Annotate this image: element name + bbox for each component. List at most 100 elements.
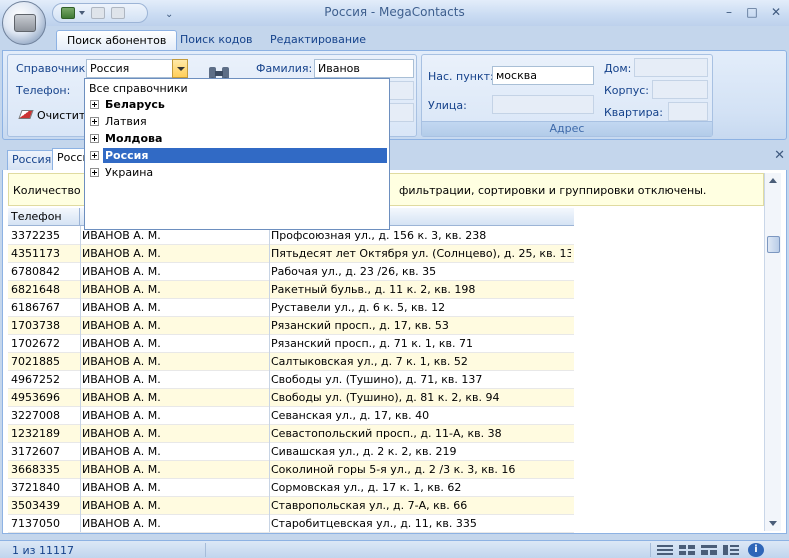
- window-title: Россия - MegaContacts: [324, 5, 465, 19]
- table-row[interactable]: 1702672 ИВАНОВ А. М. Рязанский просп., д. …: [8, 335, 574, 353]
- table-row[interactable]: 4351173 ИВАНОВ А. М. Пятьдесят лет Октября…: [8, 245, 574, 263]
- city-value: москва: [496, 69, 537, 82]
- tab-subscriber-search[interactable]: Поиск абонентов: [56, 30, 178, 50]
- street-input[interactable]: [492, 95, 594, 114]
- minimize-button[interactable]: –: [718, 3, 740, 21]
- expand-icon[interactable]: [90, 134, 99, 143]
- table-row[interactable]: 7021885 ИВАНОВ А. М. Салтыковская ул., д. …: [8, 353, 574, 371]
- building-input[interactable]: [652, 80, 708, 99]
- scroll-thumb[interactable]: [767, 236, 780, 253]
- table-row[interactable]: 3227008 ИВАНОВ А. М. Севанская ул., д. 17,…: [8, 407, 574, 425]
- cell-address: Рязанский просп., д. 71 к. 1, кв. 71: [271, 337, 473, 350]
- chevron-down-icon[interactable]: [172, 59, 188, 78]
- directory-combo[interactable]: Россия: [86, 59, 188, 78]
- cell-phone: 1232189: [11, 427, 60, 440]
- cell-address: Сивашская ул., д. 2 к. 2, кв. 219: [271, 445, 457, 458]
- cell-name: ИВАНОВ А. М.: [82, 247, 161, 260]
- table-row[interactable]: 6186767 ИВАНОВ А. М. Руставели ул., д. 6 к…: [8, 299, 574, 317]
- tab-code-search[interactable]: Поиск кодов: [170, 30, 263, 50]
- cell-phone: 3668335: [11, 463, 60, 476]
- cell-address: Пятьдесят лет Октября ул. (Солнцево), д.…: [271, 247, 571, 260]
- dropdown-item-label: Молдова: [105, 132, 163, 145]
- info-text-right: фильтрации, сортировки и группировки отк…: [399, 184, 707, 197]
- table-row[interactable]: 6821648 ИВАНОВ А. М. Ракетный бульв., д. 1…: [8, 281, 574, 299]
- cell-address: Севастопольский просп., д. 11-А, кв. 38: [271, 427, 502, 440]
- expand-icon[interactable]: [90, 151, 99, 160]
- cell-address: Свободы ул. (Тушино), д. 81 к. 2, кв. 94: [271, 391, 500, 404]
- cell-phone: 7021885: [11, 355, 60, 368]
- view-table-icon[interactable]: [678, 544, 696, 556]
- cell-phone: 1702672: [11, 337, 60, 350]
- cell-name: ИВАНОВ А. М.: [82, 517, 161, 530]
- table-row[interactable]: 1703738 ИВАНОВ А. М. Рязанский просп., д. …: [8, 317, 574, 335]
- maximize-button[interactable]: □: [741, 3, 763, 21]
- table-row[interactable]: 3721840 ИВАНОВ А. М. Сормовская ул., д. 17…: [8, 479, 574, 497]
- expand-icon[interactable]: [90, 168, 99, 177]
- doc-tab-russia-1[interactable]: Россия: [7, 150, 57, 170]
- view-list-icon[interactable]: [656, 544, 674, 556]
- house-input[interactable]: [634, 58, 708, 77]
- cell-phone: 3721840: [11, 481, 60, 494]
- column-header-phone[interactable]: Телефон: [11, 210, 62, 223]
- address-group-caption: Адрес: [422, 121, 712, 136]
- cell-address: Севанская ул., д. 17, кв. 40: [271, 409, 430, 422]
- table-row[interactable]: 1232189 ИВАНОВ А. М. Севастопольский просп…: [8, 425, 574, 443]
- table-row[interactable]: 3172607 ИВАНОВ А. М. Сивашская ул., д. 2 к…: [8, 443, 574, 461]
- ribbon-tabs: Поиск абонентов Поиск кодов Редактирован…: [0, 30, 789, 50]
- cell-address: Рабочая ул., д. 23 /26, кв. 35: [271, 265, 437, 278]
- column-line: [269, 226, 270, 532]
- table-row[interactable]: 3503439 ИВАНОВ А. М. Ставропольская ул., д…: [8, 497, 574, 515]
- cell-address: Сормовская ул., д. 17 к. 1, кв. 62: [271, 481, 462, 494]
- cell-name: ИВАНОВ А. М.: [82, 265, 161, 278]
- cell-name: ИВАНОВ А. М.: [82, 391, 161, 404]
- vertical-scrollbar[interactable]: [764, 173, 781, 531]
- tab-editing[interactable]: Редактирование: [260, 30, 376, 50]
- house-label: Дом:: [604, 62, 632, 75]
- app-menu-button[interactable]: [2, 1, 46, 45]
- column-line: [80, 226, 81, 532]
- table-row[interactable]: 7137050 ИВАНОВ А. М. Старобитцевская ул., …: [8, 515, 574, 533]
- cell-phone: 6780842: [11, 265, 60, 278]
- table-row[interactable]: 4967252 ИВАНОВ А. М. Свободы ул. (Тушино),…: [8, 371, 574, 389]
- directory-value: Россия: [90, 62, 130, 75]
- cell-phone: 4351173: [11, 247, 60, 260]
- table-row[interactable]: 3668335 ИВАНОВ А. М. Соколиной горы 5-я ул…: [8, 461, 574, 479]
- cell-name: ИВАНОВ А. М.: [82, 301, 161, 314]
- cell-address: Руставели ул., д. 6 к. 5, кв. 12: [271, 301, 446, 314]
- status-bar: 1 из 11117 i: [0, 540, 789, 558]
- cell-phone: 3503439: [11, 499, 60, 512]
- cell-name: ИВАНОВ А. М.: [82, 427, 161, 440]
- table-row[interactable]: 4953696 ИВАНОВ А. М. Свободы ул. (Тушино),…: [8, 389, 574, 407]
- view-details-icon[interactable]: [722, 544, 740, 556]
- cell-name: ИВАНОВ А. М.: [82, 499, 161, 512]
- cell-name: ИВАНОВ А. М.: [82, 481, 161, 494]
- expand-icon[interactable]: [90, 117, 99, 126]
- cell-name: ИВАНОВ А. М.: [82, 319, 161, 332]
- phone-label: Телефон:: [16, 84, 71, 97]
- city-label: Нас. пункт:: [428, 70, 494, 83]
- table-row[interactable]: 6780842 ИВАНОВ А. М. Рабочая ул., д. 23 /2…: [8, 263, 574, 281]
- surname-input[interactable]: Иванов: [314, 59, 414, 78]
- cell-phone: 3172607: [11, 445, 60, 458]
- cell-address: Салтыковская ул., д. 7 к. 1, кв. 52: [271, 355, 468, 368]
- scroll-up-icon[interactable]: [769, 178, 777, 183]
- view-cards-icon[interactable]: [700, 544, 718, 556]
- eraser-icon: [18, 110, 34, 119]
- address-group: Нас. пункт: москва Улица: Дом: Корпус: К…: [421, 54, 713, 137]
- dropdown-item-label: Россия: [103, 148, 387, 163]
- column-divider[interactable]: [79, 208, 80, 226]
- info-icon[interactable]: i: [748, 543, 764, 557]
- city-input[interactable]: москва: [492, 66, 594, 85]
- cell-name: ИВАНОВ А. М.: [82, 445, 161, 458]
- apartment-label: Квартира:: [604, 106, 664, 119]
- close-button[interactable]: ✕: [765, 3, 787, 21]
- dropdown-item-label: Латвия: [105, 115, 147, 128]
- expand-icon[interactable]: [90, 100, 99, 109]
- apartment-input[interactable]: [668, 102, 708, 121]
- surname-label: Фамилия:: [256, 62, 313, 75]
- directory-label: Справочник:: [16, 62, 89, 75]
- dropdown-item-label: Беларусь: [105, 98, 165, 111]
- scroll-down-icon[interactable]: [769, 521, 777, 526]
- close-document-icon[interactable]: ✕: [774, 148, 785, 163]
- cell-address: Ставропольская ул., д. 7-А, кв. 66: [271, 499, 468, 512]
